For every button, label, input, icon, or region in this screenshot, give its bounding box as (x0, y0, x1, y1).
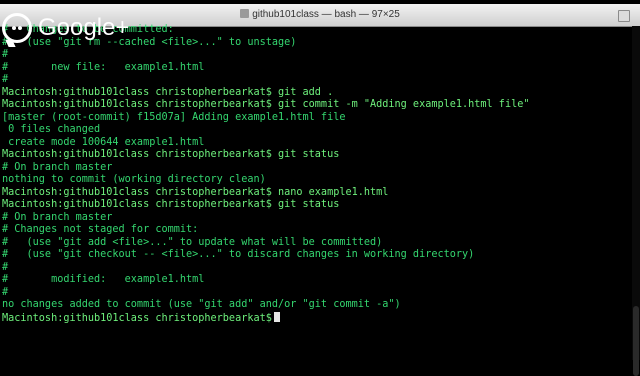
terminal-line: # modified: example1.html (2, 274, 205, 285)
terminal-prompt-line: Macintosh:github101class christopherbear… (2, 311, 630, 325)
google-plus-logo: Google+ (2, 10, 129, 46)
terminal-line: Macintosh:github101class christopherbear… (2, 99, 530, 110)
scrollbar[interactable] (632, 26, 640, 376)
terminal-line: # Changes not staged for commit: (2, 224, 199, 235)
terminal-line: [master (root-commit) f15d07a] Adding ex… (2, 111, 346, 123)
google-plus-label: Google+ (38, 14, 130, 41)
terminal-line: Macintosh:github101class christopherbear… (2, 149, 340, 160)
terminal-line: no changes added to commit (use "git add… (2, 299, 401, 310)
terminal-line: Macintosh:github101class christopherbear… (2, 199, 340, 210)
folder-icon (240, 9, 250, 18)
hangout-bubble-icon (2, 13, 32, 43)
terminal-line: # (2, 261, 9, 273)
terminal-line: # (2, 286, 9, 298)
terminal-line: # (2, 49, 9, 60)
terminal-line: Macintosh:github101class christopherbear… (2, 186, 389, 198)
prompt-text: Macintosh:github101class christopherbear… (2, 312, 272, 324)
terminal-line: # On branch master (2, 211, 113, 223)
scroll-thumb[interactable] (633, 306, 639, 376)
terminal-line: nothing to commit (working directory cle… (2, 174, 266, 185)
terminal-line: # On branch master (2, 161, 113, 173)
fullscreen-icon[interactable] (618, 10, 630, 22)
terminal-line: # new file: example1.html (2, 61, 205, 73)
terminal-line: 0 files changed (2, 124, 101, 135)
terminal-line: # (2, 74, 9, 85)
terminal-line: # (use "git checkout -- <file>..." to di… (2, 249, 475, 260)
terminal-line: create mode 100644 example1.html (2, 136, 205, 148)
terminal-line: # (use "git add <file>..." to update wha… (2, 236, 383, 248)
cursor (273, 311, 280, 322)
terminal-window: github101class — bash — 97×25 Google+ # … (0, 0, 640, 376)
terminal-output[interactable]: # Changes to be committed: # (use "git r… (0, 24, 630, 360)
window-title: github101class — bash — 97×25 (252, 9, 400, 20)
terminal-line: Macintosh:github101class christopherbear… (2, 86, 334, 98)
